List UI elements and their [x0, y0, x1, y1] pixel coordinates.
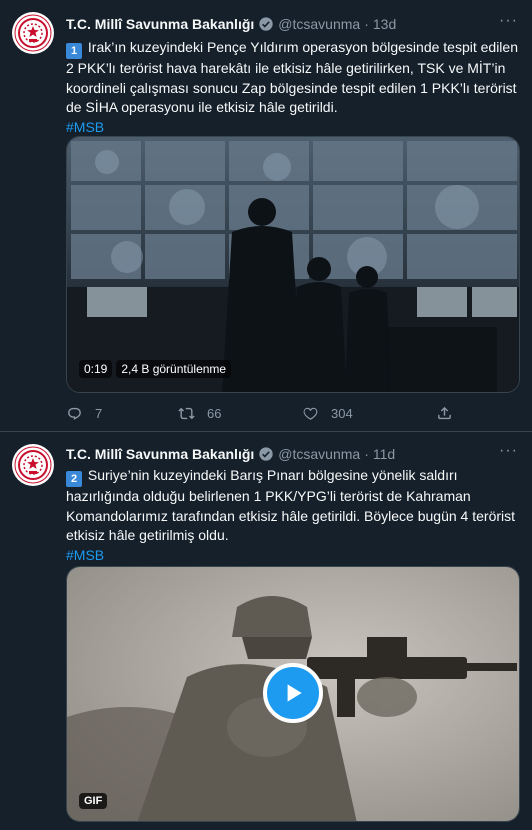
tweet-1[interactable]: T.C. Millî Savunma Bakanlığı @tcsavunma …	[0, 0, 532, 432]
reply-count: 7	[95, 405, 103, 421]
ministry-emblem-icon	[14, 14, 52, 52]
operation-center-image	[67, 137, 519, 392]
retweet-count: 66	[207, 405, 222, 421]
video-player[interactable]: 0:19 2,4 B görüntülenme	[66, 136, 520, 393]
more-icon[interactable]: ···	[499, 12, 518, 30]
keycap-number-badge: 1	[66, 43, 82, 59]
tweet-text: 2 Suriye’nin kuzeyindeki Barış Pınarı bö…	[66, 466, 524, 565]
gif-player[interactable]: GIF	[66, 566, 520, 822]
author-avatar[interactable]	[12, 12, 54, 54]
author-handle[interactable]: @tcsavunma	[278, 16, 360, 32]
tweet-text-content: Irak’ın kuzeyindeki Pençe Yıldırım opera…	[66, 39, 518, 115]
reply-button[interactable]: 7	[66, 405, 178, 422]
tweet-2[interactable]: T.C. Millî Savunma Bakanlığı @tcsavunma …	[0, 432, 532, 830]
separator-dot: ·	[364, 16, 369, 32]
share-button[interactable]	[436, 405, 453, 422]
verified-badge-icon	[258, 446, 274, 462]
share-icon	[438, 406, 451, 419]
like-button[interactable]: 304	[302, 405, 436, 422]
tweet-actions: 7 66 304	[66, 403, 466, 423]
tweet-header: T.C. Millî Savunma Bakanlığı @tcsavunma …	[66, 445, 395, 463]
hashtag-link[interactable]: #MSB	[66, 118, 524, 138]
retweet-button[interactable]: 66	[178, 405, 302, 422]
hashtag-link[interactable]: #MSB	[66, 546, 524, 566]
author-avatar[interactable]	[12, 444, 54, 486]
ministry-emblem-icon	[14, 446, 52, 484]
video-views: 2,4 B görüntülenme	[116, 360, 232, 378]
more-icon[interactable]: ···	[499, 442, 518, 460]
video-stats: 0:19 2,4 B görüntülenme	[79, 360, 235, 378]
author-name[interactable]: T.C. Millî Savunma Bakanlığı	[66, 446, 254, 462]
author-handle[interactable]: @tcsavunma	[278, 446, 360, 462]
video-duration: 0:19	[79, 360, 113, 378]
tweet-time[interactable]: 13d	[373, 16, 396, 32]
retweet-icon	[178, 407, 195, 419]
reply-icon	[68, 407, 81, 420]
tweet-text: 1 Irak’ın kuzeyindeki Pençe Yıldırım ope…	[66, 38, 524, 137]
heart-icon	[303, 407, 318, 420]
tweet-header: T.C. Millî Savunma Bakanlığı @tcsavunma …	[66, 15, 396, 33]
tweet-text-content: Suriye’nin kuzeyindeki Barış Pınarı bölg…	[66, 467, 516, 543]
keycap-number-badge: 2	[66, 471, 82, 487]
play-icon	[287, 684, 302, 702]
separator-dot: ·	[364, 446, 369, 462]
gif-badge: GIF	[79, 793, 108, 809]
like-count: 304	[331, 405, 353, 421]
verified-badge-icon	[258, 16, 274, 32]
author-name[interactable]: T.C. Millî Savunma Bakanlığı	[66, 16, 254, 32]
tweet-time[interactable]: 11d	[373, 446, 395, 462]
play-button[interactable]	[263, 663, 323, 723]
